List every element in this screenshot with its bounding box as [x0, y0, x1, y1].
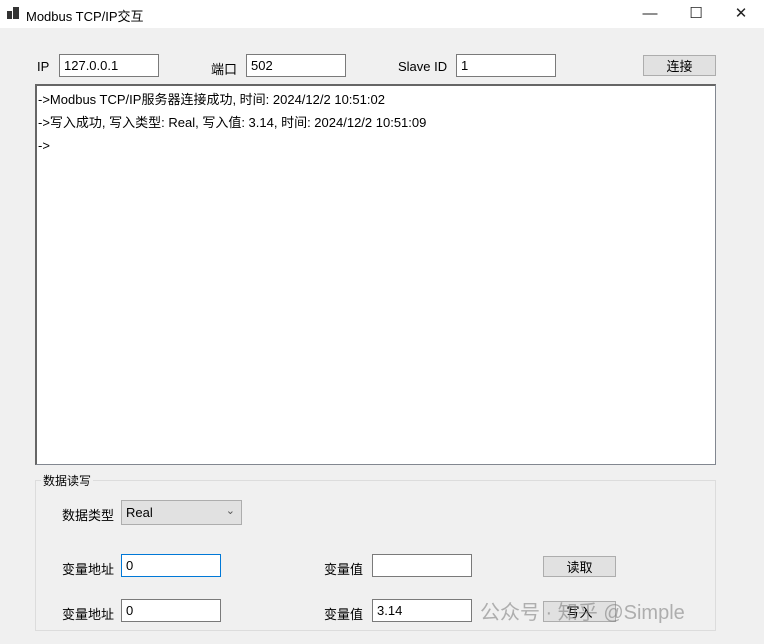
minimize-button[interactable]: — [627, 0, 673, 26]
read-value-input[interactable] [372, 554, 472, 577]
slave-id-label: Slave ID [398, 59, 448, 74]
log-textbox[interactable]: ->Modbus TCP/IP服务器连接成功, 时间: 2024/12/2 10… [35, 84, 716, 465]
window-title: Modbus TCP/IP交互 [26, 9, 144, 24]
read-address-input[interactable]: 0 [121, 554, 221, 577]
watermark: 公众号 · 知乎 @Simple [480, 602, 685, 624]
ip-label: IP [37, 59, 50, 74]
write-value-input[interactable]: 3.14 [372, 599, 472, 622]
read-value-label: 变量值 [324, 562, 364, 577]
log-line: ->写入成功, 写入类型: Real, 写入值: 3.14, 时间: 2024/… [38, 115, 427, 130]
write-address-input[interactable]: 0 [121, 599, 221, 622]
connect-button[interactable]: 连接 [643, 55, 716, 76]
title-bar: Modbus TCP/IP交互 — ☐ ✕ [0, 0, 764, 28]
read-address-label: 变量地址 [62, 562, 115, 577]
app-icon [7, 7, 19, 19]
log-line: ->Modbus TCP/IP服务器连接成功, 时间: 2024/12/2 10… [38, 92, 385, 107]
write-address-label: 变量地址 [62, 607, 115, 622]
slave-id-input[interactable]: 1 [456, 54, 556, 77]
read-button[interactable]: 读取 [543, 556, 616, 577]
data-type-label: 数据类型 [62, 508, 115, 523]
group-title: 数据读写 [41, 472, 94, 489]
close-button[interactable]: ✕ [718, 0, 764, 26]
port-input[interactable]: 502 [246, 54, 346, 77]
maximize-button[interactable]: ☐ [673, 0, 719, 26]
log-line: -> [38, 138, 50, 153]
ip-input[interactable]: 127.0.0.1 [59, 54, 159, 77]
data-type-value: Real [126, 505, 153, 520]
port-label: 端口 [211, 62, 238, 77]
chevron-down-icon: ⌄ [225, 505, 235, 517]
write-value-label: 变量值 [324, 607, 364, 622]
data-type-select[interactable]: Real ⌄ [121, 500, 242, 525]
